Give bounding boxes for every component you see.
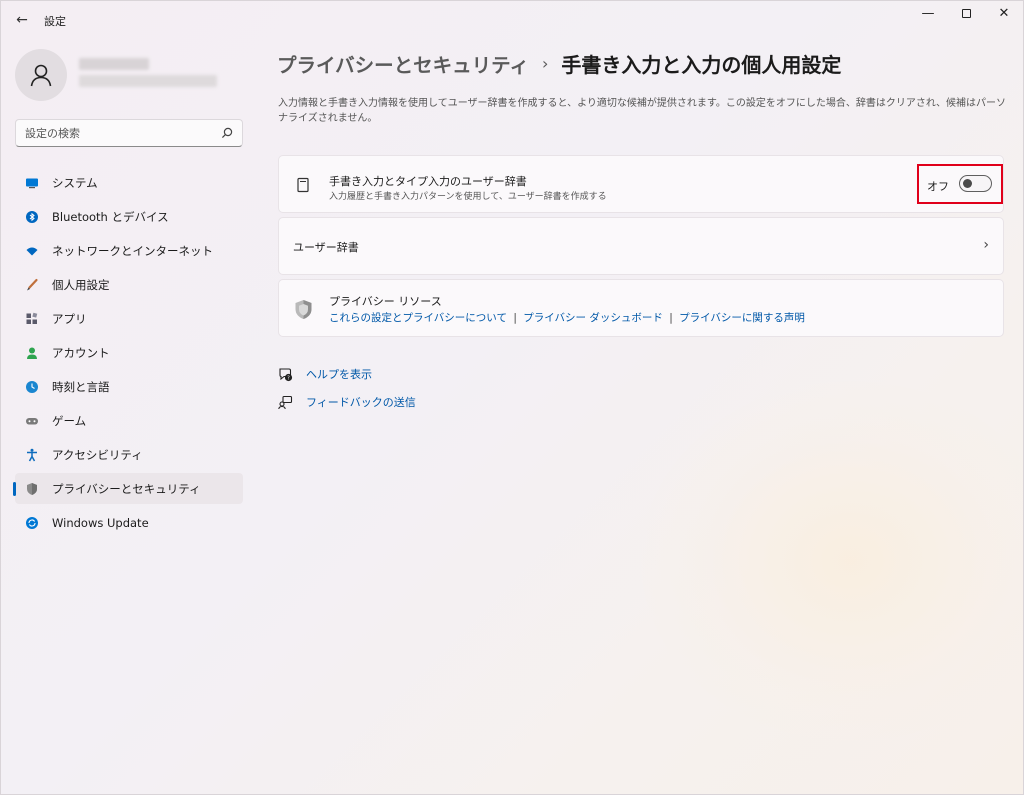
sidebar-item-windows-update[interactable]: Windows Update (15, 507, 243, 538)
sidebar-item-network[interactable]: ネットワークとインターネット (15, 235, 243, 266)
user-dictionary-card[interactable]: ユーザー辞書 › (278, 217, 1004, 275)
search-icon[interactable] (220, 126, 234, 140)
toggle-state-label: オフ (927, 180, 949, 193)
sidebar-item-label: 個人用設定 (52, 277, 110, 292)
profile-name-redacted (79, 58, 149, 70)
shield-icon (295, 300, 312, 319)
system-icon (26, 178, 38, 188)
close-button[interactable]: ✕ (987, 3, 1021, 25)
get-help-label: ヘルプを表示 (306, 368, 372, 381)
send-feedback-label: フィードバックの送信 (306, 396, 416, 409)
privacy-links: これらの設定とプライバシーについて | プライバシー ダッシュボード | プライ… (329, 310, 805, 325)
brush-icon (27, 278, 38, 290)
sidebar-item-system[interactable]: システム (15, 167, 243, 198)
privacy-resources-title: プライバシー リソース (329, 295, 442, 308)
shield-icon (27, 482, 37, 495)
get-help-link[interactable]: ? ヘルプを表示 (278, 366, 372, 382)
setting-title: 手書き入力とタイプ入力のユーザー辞書 (329, 175, 527, 188)
windows-update-icon (26, 516, 38, 529)
user-dictionary-toggle[interactable] (959, 175, 992, 192)
toggle-knob (963, 179, 972, 188)
gaming-icon (26, 417, 38, 424)
maximize-icon (961, 9, 971, 18)
sidebar-item-accessibility[interactable]: アクセシビリティ (15, 439, 243, 470)
sidebar-item-privacy-security[interactable]: プライバシーとセキュリティ (13, 473, 243, 504)
bluetooth-icon (26, 210, 38, 223)
back-button[interactable]: ← (11, 9, 33, 31)
sidebar-item-label: Bluetooth とデバイス (52, 209, 169, 224)
sidebar-item-label: プライバシーとセキュリティ (52, 481, 201, 496)
sidebar-item-label: 時刻と言語 (52, 379, 110, 394)
link-privacy-statement[interactable]: プライバシーに関する声明 (679, 312, 805, 324)
background-glow (641, 381, 1023, 741)
chevron-right-icon: › (983, 237, 989, 253)
sidebar-item-bluetooth[interactable]: Bluetooth とデバイス (15, 201, 243, 232)
sidebar-item-time-language[interactable]: 時刻と言語 (15, 371, 243, 402)
privacy-resources-card: プライバシー リソース これらの設定とプライバシーについて | プライバシー ダ… (278, 279, 1004, 337)
settings-window: ← 設定 — ✕ システム (0, 0, 1024, 795)
sidebar-item-label: アプリ (52, 311, 87, 326)
user-dictionary-setting-card: 手書き入力とタイプ入力のユーザー辞書 入力履歴と手書き入力パターンを使用して、ユ… (278, 155, 1004, 213)
link-privacy-dashboard[interactable]: プライバシー ダッシュボード (523, 312, 663, 324)
profile-email-redacted (79, 75, 217, 87)
breadcrumb-separator: › (541, 54, 549, 73)
person-icon (30, 64, 52, 87)
title-bar: ← 設定 — ✕ (1, 1, 1023, 39)
sidebar-item-label: ネットワークとインターネット (52, 243, 213, 258)
accessibility-icon (27, 448, 37, 461)
app-title: 設定 (44, 15, 66, 28)
sidebar-item-label: アクセシビリティ (52, 447, 143, 462)
apps-icon (26, 312, 38, 324)
sidebar-item-accounts[interactable]: アカウント (15, 337, 243, 368)
account-icon (27, 347, 37, 359)
sidebar-item-label: アカウント (52, 345, 110, 360)
breadcrumb: プライバシーとセキュリティ › 手書き入力と入力の個人用設定 (277, 49, 841, 78)
sidebar-item-label: Windows Update (52, 515, 149, 530)
send-feedback-link[interactable]: フィードバックの送信 (278, 394, 416, 410)
settings-search[interactable] (15, 119, 243, 147)
page-description: 入力情報と手書き入力情報を使用してユーザー辞書を作成すると、より適切な候補が提供… (278, 98, 1006, 124)
link-separator: | (669, 312, 673, 324)
search-input[interactable] (16, 120, 216, 146)
user-dictionary-title: ユーザー辞書 (293, 241, 359, 254)
svg-text:?: ? (287, 375, 290, 381)
page-title: 手書き入力と入力の個人用設定 (561, 53, 842, 77)
minimize-button[interactable]: — (911, 3, 945, 25)
setting-subtitle: 入力履歴と手書き入力パターンを使用して、ユーザー辞書を作成する (329, 192, 607, 202)
sidebar-item-apps[interactable]: アプリ (15, 303, 243, 334)
sidebar-item-gaming[interactable]: ゲーム (15, 405, 243, 436)
feedback-icon (278, 395, 293, 409)
sidebar-item-label: ゲーム (52, 413, 87, 428)
sidebar-item-personalization[interactable]: 個人用設定 (15, 269, 243, 300)
wifi-icon (26, 247, 38, 255)
help-icon: ? (279, 367, 293, 381)
breadcrumb-parent[interactable]: プライバシーとセキュリティ (277, 49, 529, 78)
maximize-button[interactable] (949, 3, 983, 25)
time-language-icon (26, 380, 38, 393)
avatar[interactable] (15, 49, 67, 101)
link-about-settings-privacy[interactable]: これらの設定とプライバシーについて (329, 312, 507, 324)
link-separator: | (513, 312, 517, 324)
sidebar-item-label: システム (52, 175, 98, 190)
notebook-icon (297, 177, 309, 193)
sidebar-nav: システム Bluetooth とデバイス ネットワークとインターネット 個人用設… (13, 167, 243, 541)
